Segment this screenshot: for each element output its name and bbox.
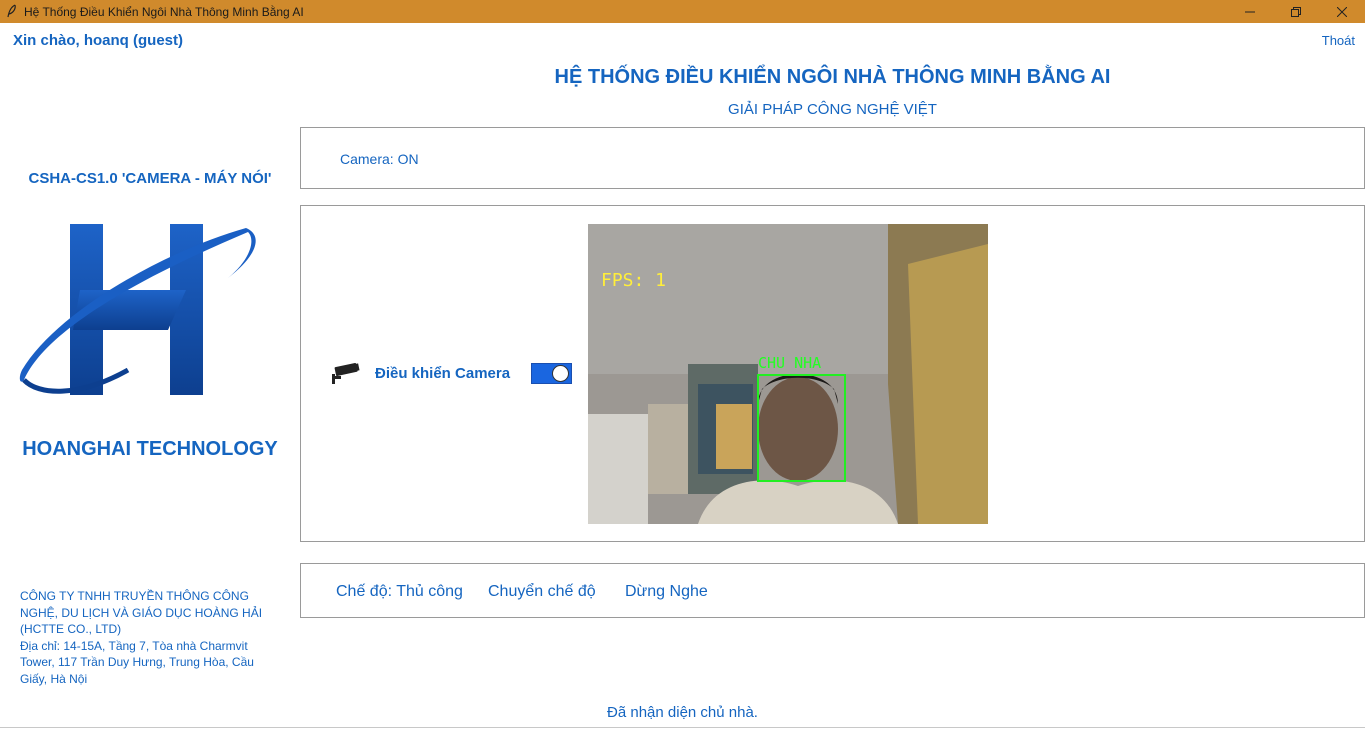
- face-detection-box: [757, 374, 846, 482]
- close-button[interactable]: [1319, 0, 1365, 23]
- window-titlebar: Hệ Thống Điều Khiển Ngôi Nhà Thông Minh …: [0, 0, 1365, 23]
- company-line: NGHỆ, DU LỊCH VÀ GIÁO DỤC HOÀNG HẢI: [20, 605, 263, 620]
- feather-icon: [7, 4, 16, 18]
- company-line: Giấy, Hà Nội: [20, 671, 88, 686]
- camera-status-panel: Camera: ON: [300, 127, 1365, 189]
- camera-panel: Điều khiển Camera FPS: 1 CHU NHA: [300, 205, 1365, 542]
- model-name: CSHA-CS1.0 'CAMERA - MÁY NÓI': [28, 170, 272, 187]
- window-title: Hệ Thống Điều Khiển Ngôi Nhà Thông Minh …: [24, 5, 304, 19]
- stop-listening-button[interactable]: Dừng Nghe: [625, 583, 708, 601]
- bottom-divider: [0, 727, 1365, 728]
- camera-toggle[interactable]: [531, 363, 572, 384]
- company-line: (HCTTE CO., LTD): [20, 622, 122, 636]
- mode-indicator[interactable]: Chế độ: Thủ công: [336, 583, 463, 601]
- brand-name: HOANGHAI TECHNOLOGY: [22, 438, 278, 460]
- restore-button[interactable]: [1273, 0, 1319, 23]
- face-label-overlay: CHU NHA: [758, 354, 822, 372]
- company-line: CÔNG TY TNHH TRUYỀN THÔNG CÔNG: [20, 589, 249, 603]
- company-info: CÔNG TY TNHH TRUYỀN THÔNG CÔNG NGHỆ, DU …: [20, 588, 290, 687]
- status-message: Đã nhận diện chủ nhà.: [607, 704, 758, 721]
- camera-feed: FPS: 1 CHU NHA: [588, 224, 988, 524]
- fps-overlay: FPS: 1: [601, 270, 667, 291]
- mode-panel: Chế độ: Thủ công Chuyển chế độ Dừng Nghe: [300, 563, 1365, 618]
- close-icon: [1337, 6, 1347, 17]
- page-title: HỆ THỐNG ĐIỀU KHIỂN NGÔI NHÀ THÔNG MINH …: [554, 66, 1111, 88]
- logout-link[interactable]: Thoát: [1322, 33, 1355, 48]
- company-line: Địa chỉ: 14-15A, Tầng 7, Tòa nhà Charmvi…: [20, 638, 248, 653]
- hoanghai-h-logo: [19, 224, 256, 395]
- security-camera-icon: [332, 362, 360, 384]
- toggle-knob: [552, 365, 569, 382]
- page-subtitle: GIẢI PHÁP CÔNG NGHỆ VIỆT: [728, 101, 937, 118]
- camera-control-label: Điều khiển Camera: [375, 365, 511, 382]
- minimize-icon: [1245, 11, 1255, 12]
- restore-icon: [1291, 6, 1301, 17]
- greeting-text: Xin chào, hoanq (guest): [13, 32, 184, 49]
- minimize-button[interactable]: [1227, 0, 1273, 23]
- camera-status-text: Camera: ON: [340, 151, 419, 167]
- company-line: Tower, 117 Trần Duy Hưng, Trung Hòa, Cầu: [20, 655, 254, 669]
- switch-mode-button[interactable]: Chuyển chế độ: [488, 583, 596, 601]
